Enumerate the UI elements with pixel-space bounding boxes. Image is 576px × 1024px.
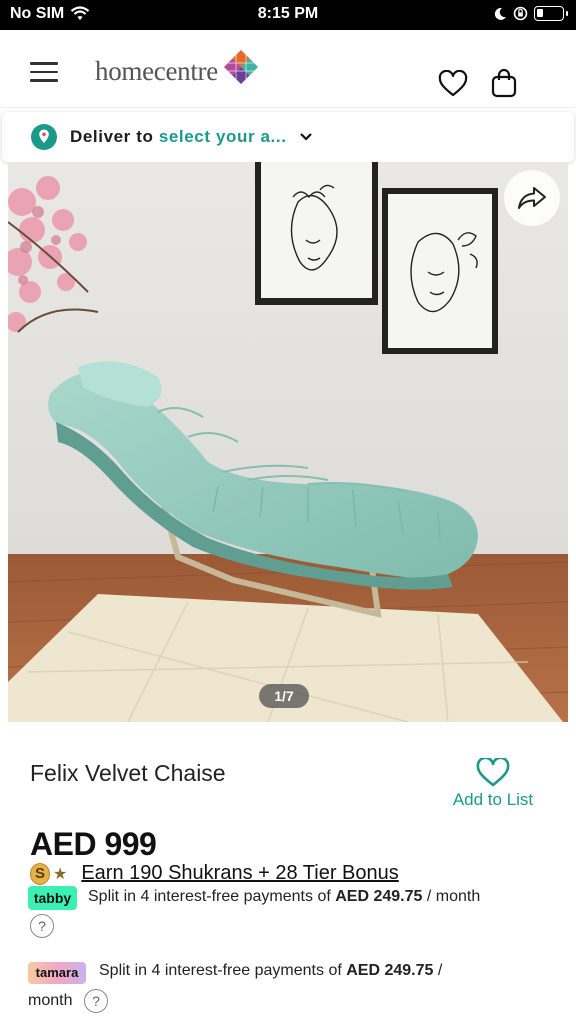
tabby-suffix: / month bbox=[426, 888, 481, 905]
tabby-text: Split in 4 interest-free payments of AED… bbox=[88, 888, 480, 906]
star-icon: ★ bbox=[53, 865, 68, 883]
tabby-amount: AED 249.75 bbox=[335, 888, 423, 905]
shukran-earn-link[interactable]: Earn 190 Shukrans + 28 Tier Bonus bbox=[81, 862, 398, 885]
deliver-location-selector[interactable]: Deliver to select your a... bbox=[2, 112, 574, 162]
tamara-help-icon[interactable]: ? bbox=[84, 989, 108, 1013]
heart-icon bbox=[476, 758, 510, 787]
deliver-text: Deliver to select your a... bbox=[70, 127, 287, 147]
add-to-list-button[interactable]: Add to List bbox=[440, 758, 546, 810]
shukran-rewards: S ★ Earn 190 Shukrans + 28 Tier Bonus bbox=[30, 862, 399, 885]
tamara-text: Split in 4 interest-free payments of AED… bbox=[99, 962, 442, 980]
tabby-help-icon[interactable]: ? bbox=[30, 914, 54, 938]
status-bar: No SIM 8:15 PM bbox=[0, 0, 576, 30]
tabby-prefix: Split in 4 interest-free payments of bbox=[88, 888, 331, 905]
add-to-list-label: Add to List bbox=[452, 790, 534, 809]
shukran-coin-icon: S bbox=[30, 862, 50, 885]
product-price: AED 999 bbox=[30, 826, 157, 862]
app-header: homecentre bbox=[0, 30, 576, 108]
brand-logo[interactable]: homecentre bbox=[95, 50, 260, 90]
image-counter: 1/7 bbox=[259, 684, 309, 708]
status-icons bbox=[493, 6, 568, 21]
deliver-label: Deliver to bbox=[70, 127, 154, 146]
chevron-down-icon bbox=[299, 133, 312, 141]
tamara-logo: tamara bbox=[28, 962, 86, 984]
moon-icon bbox=[494, 7, 506, 20]
tamara-prefix: Split in 4 interest-free payments of bbox=[99, 962, 342, 979]
location-pin-icon bbox=[31, 124, 57, 150]
tamara-amount: AED 249.75 bbox=[346, 962, 434, 979]
product-photo bbox=[8, 162, 568, 722]
tamara-suffix: / bbox=[437, 962, 443, 979]
battery-level bbox=[537, 9, 543, 17]
tamara-line2: month bbox=[28, 992, 73, 1009]
logo-text: homecentre bbox=[95, 55, 218, 86]
share-icon bbox=[518, 187, 546, 209]
tabby-logo: tabby bbox=[28, 886, 77, 910]
clock: 8:15 PM bbox=[257, 5, 319, 22]
product-image-carousel[interactable]: 1/7 bbox=[8, 162, 568, 722]
orientation-lock-icon bbox=[513, 6, 528, 21]
battery-icon bbox=[534, 6, 568, 21]
hamburger-icon[interactable] bbox=[30, 62, 58, 84]
shopping-bag-icon[interactable] bbox=[490, 68, 518, 98]
logo-mark-icon bbox=[223, 50, 258, 84]
wishlist-heart-icon[interactable] bbox=[438, 70, 468, 98]
product-title: Felix Velvet Chaise bbox=[30, 760, 226, 786]
share-button[interactable] bbox=[504, 170, 560, 226]
deliver-value: select your a... bbox=[158, 127, 287, 146]
